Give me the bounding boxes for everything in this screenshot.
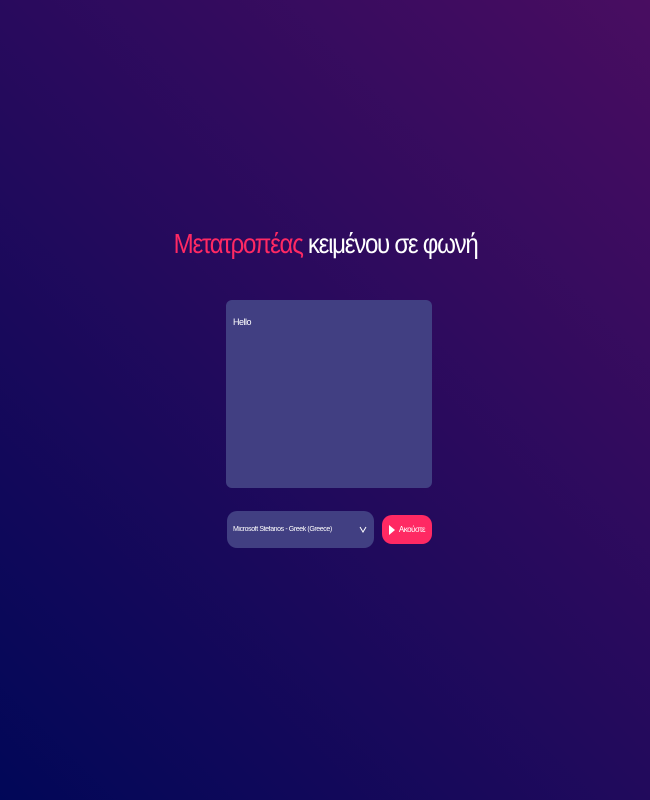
listen-button[interactable]: Ακούστε xyxy=(382,515,432,544)
chevron-down-icon xyxy=(358,525,368,535)
page-title-rest: κειμένου σε φωνή xyxy=(307,228,479,259)
page-title: Μετατροπέας κειμένου σε φωνή xyxy=(46,226,605,262)
page-title-accent: Μετατροπέας xyxy=(173,228,304,259)
play-icon xyxy=(388,524,395,535)
voice-select[interactable]: Microsoft Stefanos - Greek (Greece) xyxy=(227,511,374,548)
listen-button-label: Ακούστε xyxy=(398,525,426,534)
voice-select-value: Microsoft Stefanos - Greek (Greece) xyxy=(233,526,332,533)
text-input-area[interactable] xyxy=(226,300,432,488)
